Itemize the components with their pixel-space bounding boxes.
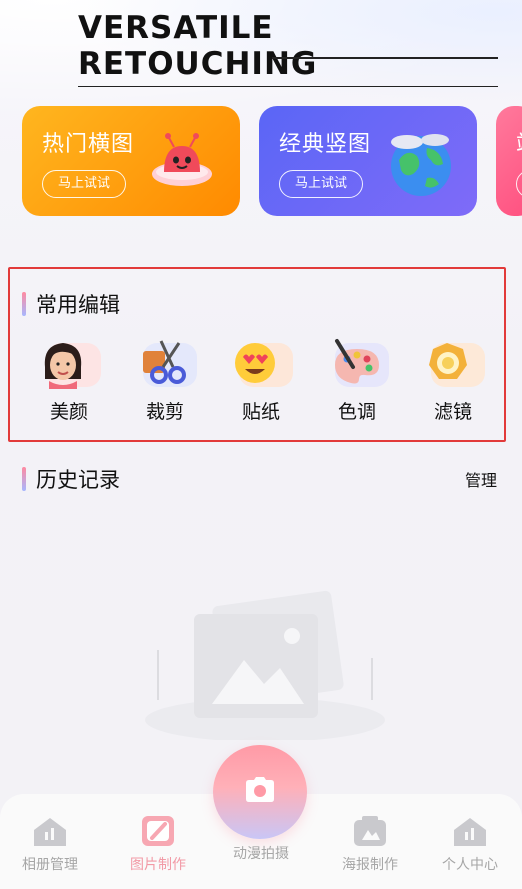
image-edit-icon <box>142 816 174 846</box>
banner-title: 经典竖图 <box>279 132 372 157</box>
tab-profile[interactable]: 个人中心 <box>420 814 520 874</box>
tab-label: 图片制作 <box>130 857 186 873</box>
history-title: 历史记录 <box>36 468 120 492</box>
tab-label: 相册管理 <box>22 857 78 873</box>
paint-palette-icon <box>335 339 379 384</box>
tool-list: 美颜 裁剪 贴纸 色调 滤镜 <box>26 337 496 424</box>
heart-eyes-sticker-icon <box>235 343 275 383</box>
tool-label: 美颜 <box>49 401 88 423</box>
tool-label: 色调 <box>337 401 376 423</box>
section-accent-bar <box>22 292 26 316</box>
camera-lens-filter-icon <box>429 343 467 379</box>
tab-image-make[interactable]: 图片制作 <box>108 814 208 874</box>
banner-classic-portrait[interactable]: 经典竖图 马上试试 <box>259 106 477 216</box>
tool-tone[interactable]: 色调 <box>314 337 400 424</box>
camera-icon <box>246 777 274 802</box>
tool-filter[interactable]: 滤镜 <box>410 337 496 424</box>
banner-title: 热门横图 <box>42 132 135 157</box>
section-accent-bar <box>22 467 26 491</box>
tool-beauty[interactable]: 美颜 <box>26 337 112 424</box>
beauty-face-icon <box>44 343 82 389</box>
try-now-button-partial[interactable] <box>516 170 522 198</box>
banner-third-partial[interactable]: 䇃 <box>496 106 522 216</box>
page-title: VERSATILE RETOUCHING <box>78 10 498 87</box>
section-header: 常用编辑 <box>22 289 120 319</box>
album-house-icon <box>34 818 66 846</box>
manage-button[interactable]: 管理 <box>465 467 497 491</box>
tab-label: 个人中心 <box>442 857 498 873</box>
common-edit-section: 常用编辑 美颜 裁剪 贴纸 色调 滤镜 <box>8 267 506 442</box>
tool-label: 贴纸 <box>241 401 280 423</box>
profile-house-icon <box>454 818 486 846</box>
tab-poster-make[interactable]: 海报制作 <box>320 814 420 874</box>
tool-label: 裁剪 <box>145 401 184 423</box>
section-title: 常用编辑 <box>36 293 120 317</box>
scissors-icon <box>143 340 186 384</box>
tab-label: 海报制作 <box>342 857 398 873</box>
try-now-button[interactable]: 马上试试 <box>42 170 126 198</box>
history-header: 历史记录 <box>22 464 120 494</box>
title-underline <box>272 57 498 59</box>
tool-crop[interactable]: 裁剪 <box>122 337 208 424</box>
tool-label: 滤镜 <box>433 401 472 423</box>
tab-album-manage[interactable]: 相册管理 <box>0 814 100 874</box>
banner-hot-landscape[interactable]: 热门横图 马上试试 <box>22 106 240 216</box>
tab-label-anime-shoot: 动漫拍摄 <box>233 846 289 862</box>
try-now-button[interactable]: 马上试试 <box>279 170 363 198</box>
ufo-icon <box>152 133 212 186</box>
banner-title-partial: 䇃 <box>516 126 522 158</box>
anime-shoot-button[interactable] <box>213 745 307 839</box>
empty-image-illustration <box>145 590 385 740</box>
poster-icon <box>354 816 386 846</box>
globe-icon <box>391 134 451 196</box>
tool-sticker[interactable]: 贴纸 <box>218 337 304 424</box>
